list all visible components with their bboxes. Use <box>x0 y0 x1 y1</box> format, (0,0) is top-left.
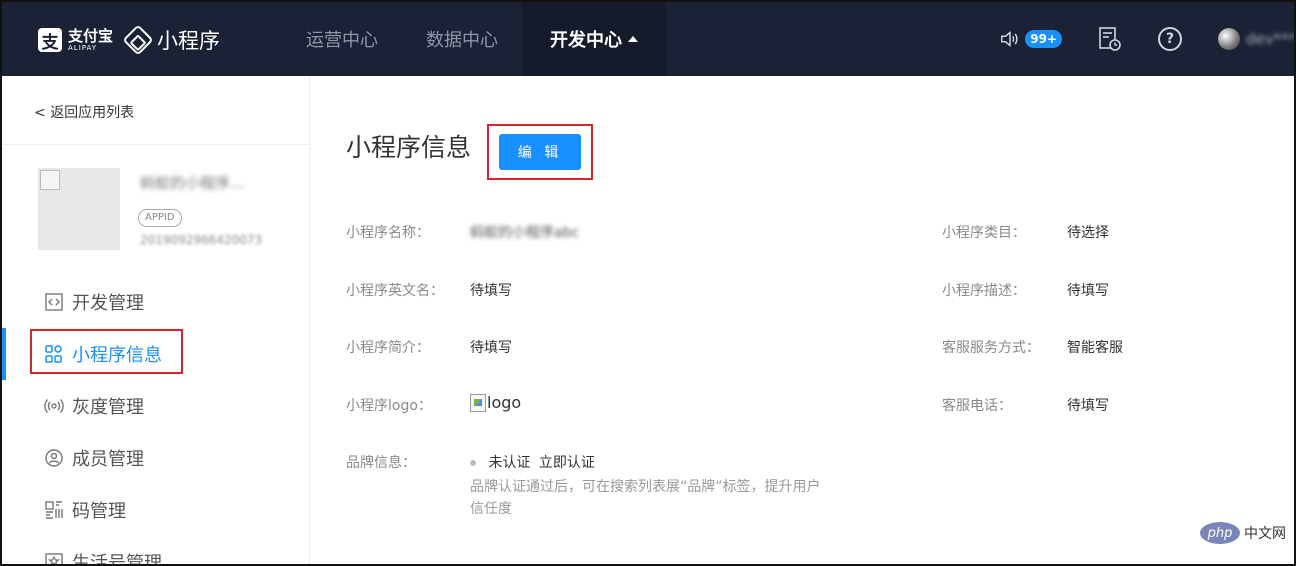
main-nav: 运营中心 数据中心 开发中心 <box>282 2 666 76</box>
header-actions: 99+ ? dev*** <box>999 2 1294 76</box>
mini-program-logo-icon <box>122 24 154 56</box>
brand-status-text: 未认证 <box>488 455 531 471</box>
sidebar-item-label: 码管理 <box>72 501 126 522</box>
nav-operations-center[interactable]: 运营中心 <box>282 2 402 76</box>
highlight-box <box>487 124 593 180</box>
field-value-service: 智能客服 <box>1067 340 1123 356</box>
field-value-name: 蚂蚁的小程序abc <box>470 225 580 241</box>
sidebar-item-label: 生活号管理 <box>72 553 162 566</box>
field-value-desc: 待填写 <box>1067 283 1109 299</box>
sidebar-item-life-account[interactable]: 生活号管理 <box>2 536 310 566</box>
highlight-box <box>30 329 183 374</box>
avatar[interactable] <box>1218 28 1240 50</box>
nav-data-center[interactable]: 数据中心 <box>402 2 522 76</box>
appid-tag: APPID <box>138 209 182 227</box>
alipay-wordmark: 支付宝 ALIPAY <box>68 26 114 52</box>
brand-status: 未认证 立即认证 <box>470 452 595 472</box>
speaker-icon[interactable] <box>999 28 1021 50</box>
alipay-en: ALIPAY <box>68 43 98 52</box>
alipay-cn: 支付宝 <box>68 26 114 45</box>
field-value-phone: 待填写 <box>1067 398 1109 414</box>
code-icon <box>45 293 63 311</box>
alipay-logo-icon: 支 <box>38 28 62 53</box>
back-label: 返回应用列表 <box>50 105 135 121</box>
field-value-intro: 待填写 <box>470 340 512 356</box>
nav-dev-center[interactable]: 开发中心 <box>522 2 666 76</box>
product-name: 小程序 <box>157 29 221 53</box>
certify-now-link[interactable]: 立即认证 <box>539 455 595 471</box>
field-label: 品牌信息： <box>346 455 416 471</box>
field-label: 小程序logo： <box>346 398 432 414</box>
status-dot-icon <box>470 460 476 466</box>
brand-hint: 品牌认证通过后，可在搜索列表展“品牌”标签，提升用户信任度 <box>470 479 821 517</box>
image-placeholder-icon <box>40 170 60 190</box>
caret-up-icon <box>628 36 638 42</box>
notification-badge[interactable]: 99+ <box>1025 30 1062 48</box>
app-window: 支 支付宝 ALIPAY 小程序 运营中心 数据中心 开发中心 99+ ? de… <box>0 0 1296 566</box>
sidebar-item-label: 灰度管理 <box>72 397 144 418</box>
appid-value: 2019092966420073 <box>140 233 263 247</box>
field-label: 客服服务方式： <box>942 340 1040 356</box>
sidebar-item-label: 开发管理 <box>72 293 144 314</box>
sidebar-item-label: 成员管理 <box>72 449 144 470</box>
page-title: 小程序信息 <box>346 133 472 162</box>
sidebar-menu: 开发管理 小程序信息 灰度管理 成员管理 码管理 生活号管理 <box>2 276 310 566</box>
brand[interactable]: 支 支付宝 ALIPAY 小程序 <box>38 24 220 56</box>
nav-label: 开发中心 <box>550 30 622 51</box>
field-value-category: 待选择 <box>1067 225 1109 241</box>
logo-image: logo <box>470 393 521 412</box>
php-logo: php <box>1200 522 1240 544</box>
sidebar-item-code-management[interactable]: 码管理 <box>2 484 310 536</box>
logo-alt-text: logo <box>487 393 522 412</box>
life-icon <box>45 553 63 564</box>
help-symbol: ? <box>1165 31 1175 47</box>
chevron-left-icon: < <box>34 105 46 121</box>
back-to-app-list-link[interactable]: < 返回应用列表 <box>34 102 134 122</box>
main-content: 小程序信息 编 辑 小程序名称： 蚂蚁的小程序abc 小程序类目： 待选择 小程… <box>312 76 1294 564</box>
broken-image-icon <box>470 393 486 412</box>
field-label: 小程序简介： <box>346 340 430 356</box>
user-icon <box>45 449 63 467</box>
nav-label: 数据中心 <box>426 30 498 51</box>
sidebar: < 返回应用列表 蚂蚁的小程序... APPID 201909296642007… <box>2 76 310 566</box>
field-label: 小程序描述： <box>942 283 1026 299</box>
field-label: 小程序名称： <box>346 225 430 241</box>
broadcast-icon <box>44 399 64 413</box>
sidebar-item-members[interactable]: 成员管理 <box>2 432 310 484</box>
field-label: 小程序英文名： <box>346 283 444 299</box>
qrcode-icon <box>45 501 63 519</box>
watermark: php 中文网 <box>1200 522 1286 544</box>
nav-label: 运营中心 <box>306 30 378 51</box>
field-label: 小程序类目： <box>942 225 1026 241</box>
help-icon[interactable]: ? <box>1158 27 1182 51</box>
app-thumbnail <box>38 168 120 250</box>
watermark-text: 中文网 <box>1244 526 1286 542</box>
username[interactable]: dev*** <box>1246 30 1294 48</box>
app-name: 蚂蚁的小程序... <box>140 174 245 192</box>
top-navigation-bar: 支 支付宝 ALIPAY 小程序 运营中心 数据中心 开发中心 99+ ? de… <box>2 2 1294 76</box>
divider <box>2 144 310 145</box>
document-clock-icon[interactable] <box>1098 26 1122 52</box>
field-value-en-name: 待填写 <box>470 283 512 299</box>
sidebar-item-dev-management[interactable]: 开发管理 <box>2 276 310 328</box>
sidebar-item-gray-release[interactable]: 灰度管理 <box>2 380 310 432</box>
field-label: 客服电话： <box>942 398 1012 414</box>
